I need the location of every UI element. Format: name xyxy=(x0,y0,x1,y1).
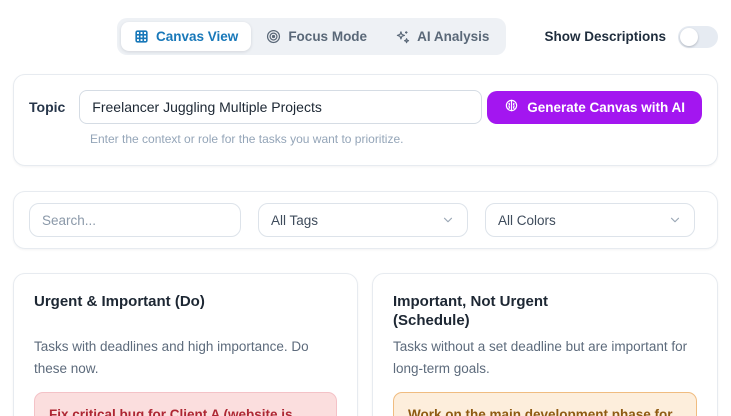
show-descriptions-toggle[interactable] xyxy=(678,26,718,48)
quadrant-urgent-important: Urgent & Important (Do) Tasks with deadl… xyxy=(13,273,358,416)
tab-ai-analysis[interactable]: AI Analysis xyxy=(382,22,502,51)
chevron-down-icon xyxy=(668,213,682,227)
generate-canvas-label: Generate Canvas with AI xyxy=(527,100,685,115)
toggle-knob xyxy=(680,28,698,46)
tab-focus-mode[interactable]: Focus Mode xyxy=(253,22,380,51)
show-descriptions-label: Show Descriptions xyxy=(544,29,666,44)
tags-filter-select[interactable]: All Tags xyxy=(258,203,468,237)
quadrant-description: Tasks with deadlines and high importance… xyxy=(34,336,337,379)
topic-label: Topic xyxy=(29,99,65,115)
show-descriptions-control: Show Descriptions xyxy=(544,26,718,48)
quadrant-description: Tasks without a set deadline but are imp… xyxy=(393,336,697,379)
tab-label: AI Analysis xyxy=(417,29,489,44)
brain-icon xyxy=(504,98,519,116)
tab-canvas-view[interactable]: Canvas View xyxy=(121,22,251,51)
quadrant-important-not-urgent: Important, Not Urgent (Schedule) Tasks w… xyxy=(372,273,718,416)
filter-bar: All Tags All Colors xyxy=(13,191,718,249)
view-tab-list: Canvas View Focus Mode AI Analysis xyxy=(117,18,506,55)
tab-label: Focus Mode xyxy=(288,29,367,44)
topic-helper-text: Enter the context or role for the tasks … xyxy=(90,132,702,146)
task-card[interactable]: Work on the main development phase for C… xyxy=(393,392,697,416)
colors-filter-select[interactable]: All Colors xyxy=(485,203,695,237)
task-card[interactable]: Fix critical bug for Client A (website i… xyxy=(34,392,337,416)
target-icon xyxy=(266,29,281,44)
generate-canvas-button[interactable]: Generate Canvas with AI xyxy=(487,91,702,124)
search-input[interactable] xyxy=(29,203,241,237)
quadrant-title: Urgent & Important (Do) xyxy=(34,293,254,333)
grid-icon xyxy=(134,29,149,44)
chevron-down-icon xyxy=(441,213,455,227)
quadrant-title: Important, Not Urgent (Schedule) xyxy=(393,293,613,333)
sparkles-icon xyxy=(395,29,410,44)
top-bar: Canvas View Focus Mode AI Analysis Show … xyxy=(13,18,718,55)
topic-section: Topic Generate Canvas with AI Enter the … xyxy=(13,74,718,166)
tags-filter-value: All Tags xyxy=(271,213,318,228)
topic-input[interactable] xyxy=(79,90,482,124)
quadrant-grid: Urgent & Important (Do) Tasks with deadl… xyxy=(13,273,718,416)
tab-label: Canvas View xyxy=(156,29,238,44)
colors-filter-value: All Colors xyxy=(498,213,556,228)
